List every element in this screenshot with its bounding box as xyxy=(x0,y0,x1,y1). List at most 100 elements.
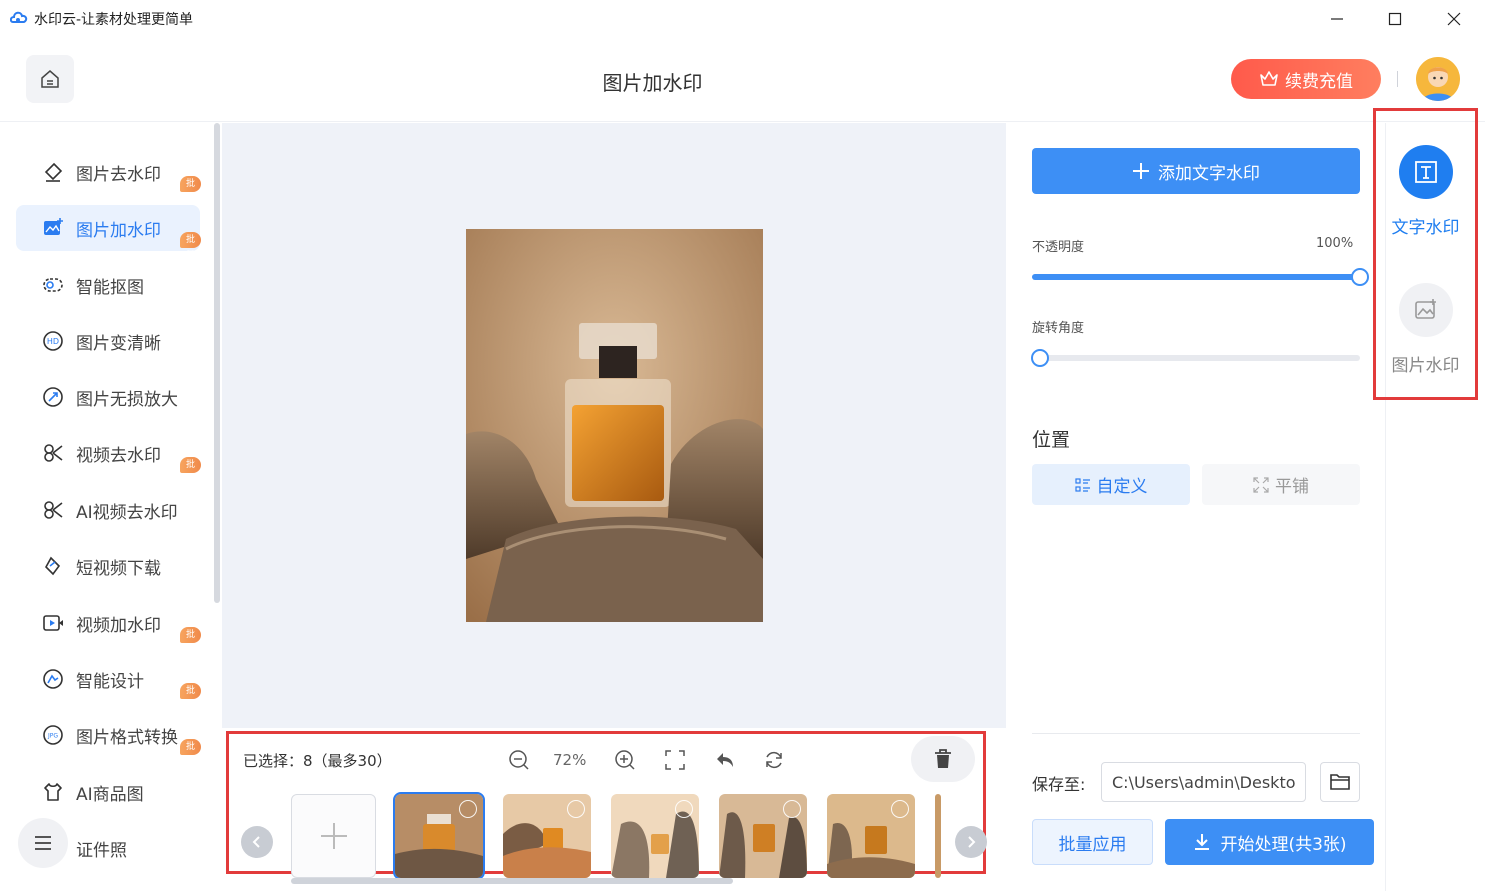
sidebar-item-ai-video-remove-watermark[interactable]: AI视频去水印 xyxy=(16,487,200,533)
settings-panel: 添加文字水印 不透明度 100% 旋转角度 位置 自定义 平铺 保存至: 批量应… xyxy=(1006,123,1386,891)
select-radio[interactable] xyxy=(783,800,801,818)
image-watermark-label: 图片水印 xyxy=(1391,356,1460,376)
image-icon xyxy=(1398,283,1453,337)
svg-text:HD: HD xyxy=(47,337,59,346)
batch-apply-button[interactable]: 批量应用 xyxy=(1032,819,1153,865)
batch-badge: 批量 xyxy=(180,232,202,261)
sidebar-item-video-add-watermark[interactable]: 视频加水印 批量 xyxy=(16,600,202,656)
delete-button[interactable] xyxy=(911,736,975,782)
design-icon xyxy=(42,668,64,690)
rotation-slider[interactable] xyxy=(1031,349,1360,367)
save-to-label: 保存至: xyxy=(1032,775,1086,794)
image-thumbnail[interactable] xyxy=(719,794,807,878)
sidebar-item-remove-watermark[interactable]: 图片去水印 批量 xyxy=(16,149,202,205)
image-watermark-tab[interactable]: 图片水印 xyxy=(1376,283,1475,376)
eraser-icon xyxy=(42,161,64,183)
cutout-icon xyxy=(42,274,64,296)
image-thumbnail[interactable] xyxy=(503,794,591,878)
sidebar-item-label: 图片无损放大 xyxy=(76,389,178,410)
sidebar-item-format-convert[interactable]: JPG 图片格式转换 批量 xyxy=(16,712,202,768)
maximize-button[interactable] xyxy=(1372,4,1418,34)
avatar[interactable] xyxy=(1416,57,1460,101)
image-thumbnail[interactable] xyxy=(393,792,485,880)
image-thumbnail[interactable] xyxy=(611,794,699,878)
opacity-slider-handle[interactable] xyxy=(1351,268,1369,286)
preview-image xyxy=(466,229,763,622)
custom-layout-icon xyxy=(1074,477,1090,492)
select-radio[interactable] xyxy=(675,800,693,818)
link-icon xyxy=(42,555,64,577)
position-title: 位置 xyxy=(1032,429,1071,451)
sidebar-item-label: 智能抠图 xyxy=(76,277,144,298)
batch-badge: 批量 xyxy=(180,683,202,712)
shirt-icon xyxy=(42,781,64,803)
rotation-label: 旋转角度 xyxy=(1032,321,1085,336)
select-radio[interactable] xyxy=(567,800,585,818)
video-play-icon xyxy=(42,612,64,634)
sidebar-item-video-remove-watermark[interactable]: 视频去水印 批量 xyxy=(16,430,202,486)
sidebar-item-smart-cutout[interactable]: 智能抠图 xyxy=(16,262,200,308)
sidebar-item-label: AI商品图 xyxy=(76,784,144,805)
zoom-out-button[interactable] xyxy=(505,746,533,774)
hd-icon: HD xyxy=(42,330,64,352)
crown-icon xyxy=(1260,71,1278,86)
select-radio[interactable] xyxy=(459,800,477,818)
custom-label: 自定义 xyxy=(1096,477,1148,497)
zoom-out-icon xyxy=(509,750,529,770)
vip-recharge-button[interactable]: 续费充值 xyxy=(1231,59,1381,99)
text-icon xyxy=(1398,145,1453,199)
prev-page-button[interactable] xyxy=(241,826,273,858)
expand-icon xyxy=(1253,476,1269,493)
app-header: 图片加水印 续费充值 xyxy=(0,38,1485,122)
sidebar-item-ai-product[interactable]: AI商品图 xyxy=(16,769,200,815)
trash-icon xyxy=(935,749,951,768)
header-divider xyxy=(1397,71,1398,87)
sidebar-item-smart-design[interactable]: 智能设计 批量 xyxy=(16,656,202,712)
position-tile-button[interactable]: 平铺 xyxy=(1202,464,1360,505)
thumbnail-scrollbar[interactable] xyxy=(291,878,733,884)
sidebar-item-label: AI视频去水印 xyxy=(76,502,178,523)
plus-icon xyxy=(320,823,347,849)
opacity-value: 100% xyxy=(1316,236,1354,251)
image-thumbnail[interactable] xyxy=(827,794,915,878)
sidebar-item-enhance[interactable]: HD 图片变清晰 xyxy=(16,318,200,364)
page-title: 图片加水印 xyxy=(602,71,703,95)
batch-badge: 批量 xyxy=(180,176,202,205)
position-custom-button[interactable]: 自定义 xyxy=(1032,464,1190,505)
next-page-button[interactable] xyxy=(955,826,987,858)
text-watermark-tab[interactable]: 文字水印 xyxy=(1376,145,1475,238)
chevron-right-icon xyxy=(968,836,976,848)
preview-canvas[interactable] xyxy=(222,123,1006,728)
add-text-watermark-button[interactable]: 添加文字水印 xyxy=(1032,148,1360,194)
sidebar-item-video-download[interactable]: 短视频下载 xyxy=(16,543,200,589)
undo-button[interactable] xyxy=(711,746,739,774)
rotation-slider-handle[interactable] xyxy=(1031,349,1049,367)
sidebar-item-add-watermark[interactable]: 图片加水印 批量 xyxy=(16,205,202,261)
zoom-in-button[interactable] xyxy=(611,746,639,774)
undo-icon xyxy=(717,753,733,767)
sidebar-item-label: 短视频下载 xyxy=(76,558,161,579)
add-text-label: 添加文字水印 xyxy=(1158,163,1260,184)
reset-button[interactable] xyxy=(760,746,788,774)
image-add-icon xyxy=(42,217,64,239)
select-radio[interactable] xyxy=(891,800,909,818)
minimize-button[interactable] xyxy=(1314,4,1360,34)
selection-count: 已选择：8（最多30） xyxy=(243,752,392,770)
close-button[interactable] xyxy=(1431,4,1477,34)
vip-label: 续费充值 xyxy=(1285,71,1353,92)
sidebar-item-upscale[interactable]: 图片无损放大 xyxy=(16,374,200,420)
sidebar-scrollbar[interactable] xyxy=(214,123,220,603)
title-bar: 水印云-让素材处理更简单 xyxy=(0,0,1485,38)
save-path-input[interactable] xyxy=(1101,762,1306,802)
image-thumbnail[interactable] xyxy=(935,794,941,878)
choose-folder-button[interactable] xyxy=(1320,762,1360,802)
maximize-icon xyxy=(1388,12,1402,26)
download-icon xyxy=(1195,834,1210,850)
fit-screen-button[interactable] xyxy=(661,746,689,774)
add-image-button[interactable] xyxy=(291,794,376,878)
collapse-sidebar-button[interactable] xyxy=(18,818,68,868)
sidebar-item-label: 视频加水印 xyxy=(76,615,161,636)
opacity-slider[interactable] xyxy=(1032,268,1369,286)
upscale-icon xyxy=(42,386,64,408)
start-processing-button[interactable]: 开始处理(共3张) xyxy=(1165,819,1374,865)
